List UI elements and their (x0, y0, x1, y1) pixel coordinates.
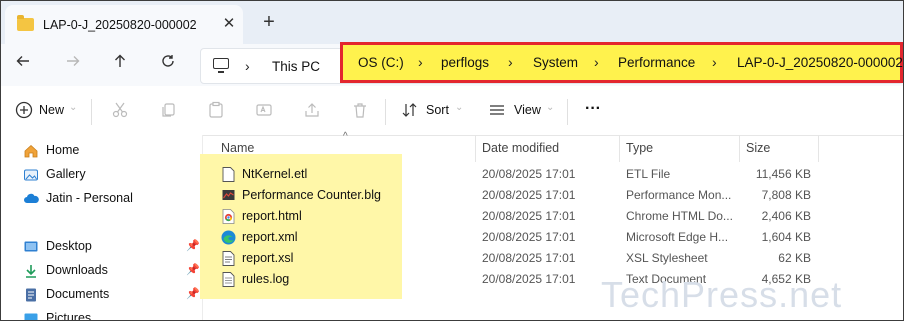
close-tab-icon[interactable]: ✕ (219, 14, 239, 34)
file-name: report.xsl (242, 251, 294, 265)
computer-icon (213, 58, 229, 73)
file-row-report-xml[interactable]: report.xml 20/08/2025 17:01 Microsoft Ed… (203, 227, 903, 248)
pin-icon[interactable]: 📌 (186, 239, 200, 252)
share-icon[interactable] (303, 101, 321, 119)
file-type: ETL File (626, 167, 671, 181)
file-row-report-xsl[interactable]: report.xsl 20/08/2025 17:01 XSL Styleshe… (203, 248, 903, 269)
file-type: XSL Stylesheet (626, 251, 708, 265)
gallery-icon (24, 169, 38, 181)
pictures-icon (24, 313, 38, 320)
file-row-report-html[interactable]: report.html 20/08/2025 17:01 Chrome HTML… (203, 206, 903, 227)
navigation-pane: Home Gallery Jatin - Personal Desktop 📌 … (1, 135, 203, 320)
file-size: 62 KB (778, 251, 811, 265)
file-name: report.html (242, 209, 302, 223)
onedrive-cloud-icon (24, 193, 39, 203)
column-divider[interactable] (818, 135, 819, 162)
file-size: 11,456 KB (755, 167, 811, 181)
file-name: report.xml (242, 230, 298, 244)
tab-bar: LAP-0-J_20250820-000002 ✕ + (1, 1, 903, 44)
file-size: 7,808 KB (761, 188, 811, 202)
new-tab-button[interactable]: + (257, 11, 281, 35)
documents-icon (26, 288, 36, 302)
pin-icon[interactable]: 📌 (186, 287, 200, 300)
chevron-down-icon: ⌄ (69, 102, 78, 113)
file-size: 1,604 KB (761, 230, 811, 244)
chevron-down-icon: ⌄ (455, 102, 464, 113)
chevron-right-icon: › (245, 58, 250, 74)
delete-icon[interactable] (351, 101, 369, 119)
column-divider[interactable] (739, 135, 740, 162)
column-divider[interactable] (619, 135, 620, 162)
file-date: 20/08/2025 17:01 (482, 167, 576, 181)
file-type: Microsoft Edge H... (626, 230, 729, 244)
more-options-icon[interactable]: ··· (585, 100, 601, 118)
file-type: Chrome HTML Do... (626, 209, 733, 223)
file-date: 20/08/2025 17:01 (482, 272, 576, 286)
column-header-date[interactable]: Date modified (482, 141, 559, 155)
chevron-down-icon: ⌄ (546, 102, 555, 113)
file-date: 20/08/2025 17:01 (482, 209, 576, 223)
download-icon (26, 265, 36, 278)
home-icon (24, 144, 38, 158)
file-date: 20/08/2025 17:01 (482, 230, 576, 244)
file-explorer-window: LAP-0-J_20250820-000002 ✕ + › This PC OS… (0, 0, 904, 321)
breadcrumb-highlight: OS (C:) › perflogs › System › Performanc… (340, 42, 903, 83)
pin-icon[interactable]: 📌 (186, 263, 200, 276)
chrome-icon (222, 209, 235, 224)
back-arrow-icon[interactable] (11, 53, 35, 77)
file-name: Performance Counter.blg (242, 188, 381, 202)
breadcrumb-system[interactable]: System (533, 55, 578, 70)
column-divider[interactable] (475, 135, 476, 162)
folder-icon (17, 15, 34, 31)
command-bar: New ⌄ Sort ⌄ View ⌄ ··· (1, 89, 903, 136)
paste-icon[interactable] (207, 101, 225, 119)
breadcrumb-os-c[interactable]: OS (C:) (358, 55, 404, 70)
copy-icon[interactable] (159, 101, 177, 119)
perfmon-file-icon (222, 190, 235, 200)
file-date: 20/08/2025 17:01 (482, 251, 576, 265)
file-type: Performance Mon... (626, 188, 732, 202)
sort-button-label: Sort (426, 103, 449, 117)
file-date: 20/08/2025 17:01 (482, 188, 576, 202)
desktop-icon (24, 241, 38, 252)
sort-ascending-icon: ^ (343, 131, 348, 142)
cut-icon[interactable] (111, 101, 129, 119)
plus-circle-icon (15, 101, 33, 119)
edge-icon (221, 230, 236, 245)
divider (567, 99, 568, 125)
divider (91, 99, 92, 125)
file-size: 2,406 KB (761, 209, 811, 223)
rename-icon[interactable] (255, 101, 273, 119)
watermark: TechPress.net (601, 274, 843, 315)
sort-icon (402, 103, 417, 117)
file-name: rules.log (242, 272, 290, 286)
file-row-performance-counter[interactable]: Performance Counter.blg 20/08/2025 17:01… (203, 185, 903, 206)
file-row-ntkernel[interactable]: NtKernel.etl 20/08/2025 17:01 ETL File 1… (203, 164, 903, 185)
breadcrumb-perflogs[interactable]: perflogs (441, 55, 489, 70)
generic-file-icon (222, 167, 235, 182)
new-button-label: New (39, 103, 65, 117)
up-arrow-icon[interactable] (108, 53, 132, 77)
chevron-right-icon: › (594, 54, 599, 70)
chevron-right-icon: › (712, 54, 717, 70)
view-list-icon (490, 105, 504, 115)
forward-arrow-icon[interactable] (61, 53, 85, 77)
breadcrumb-current-folder[interactable]: LAP-0-J_20250820-000002 (737, 55, 903, 70)
xsl-file-icon (222, 251, 235, 266)
column-header-type[interactable]: Type (626, 141, 653, 155)
breadcrumb-this-pc[interactable]: This PC (272, 59, 320, 74)
tab-title: LAP-0-J_20250820-000002 (43, 18, 197, 32)
refresh-icon[interactable] (156, 53, 180, 77)
column-header-name[interactable]: Name (221, 141, 254, 155)
view-button-label: View (514, 103, 541, 117)
chevron-right-icon: › (418, 54, 423, 70)
breadcrumb-performance[interactable]: Performance (618, 55, 695, 70)
chevron-right-icon: › (508, 54, 513, 70)
column-header-size[interactable]: Size (746, 141, 770, 155)
text-file-icon (222, 272, 235, 287)
file-name: NtKernel.etl (242, 167, 308, 181)
tab-current-folder[interactable]: LAP-0-J_20250820-000002 ✕ (5, 5, 243, 44)
divider (385, 99, 386, 125)
